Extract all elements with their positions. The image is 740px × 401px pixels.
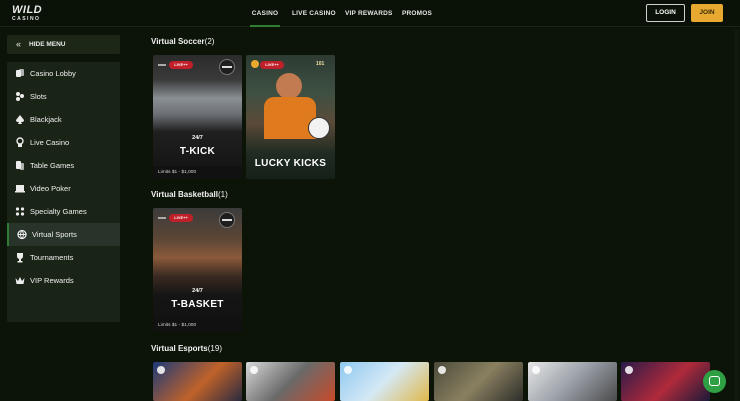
sidebar-item-label: Specialty Games: [30, 207, 87, 216]
provider-logo: 101: [316, 61, 325, 67]
page-scrollbar[interactable]: [734, 30, 739, 401]
section-title-text: Virtual Basketball: [151, 190, 218, 199]
sidebar-item-specialty-games[interactable]: Specialty Games: [7, 200, 120, 223]
sidebar-item-vip-rewards[interactable]: VIP Rewards: [7, 269, 120, 292]
sidebar-item-label: Virtual Sports: [32, 230, 77, 239]
sidebar-item-live-casino[interactable]: Live Casino: [7, 131, 120, 154]
nav-casino[interactable]: CASINO: [250, 0, 280, 27]
section-title-text: Virtual Esports: [151, 344, 208, 353]
sidebar-menu: Casino Lobby Slots Blackjack Live Casino…: [7, 62, 120, 322]
section-title-virtual-soccer: Virtual Soccer(2): [151, 37, 214, 47]
provider-badge-icon: [438, 366, 446, 374]
menu-bars-icon: [158, 217, 166, 219]
hide-menu-button[interactable]: « HIDE MENU: [7, 35, 120, 54]
game-card-t-kick[interactable]: LIVE++ 24/7 T-KICK Limits $1 - $1,000: [153, 55, 242, 179]
live-badge: LIVE++: [169, 61, 193, 69]
top-navigation-bar: WILD CASINO CASINO LIVE CASINO VIP REWAR…: [0, 0, 740, 27]
nav-vip-rewards[interactable]: VIP REWARDS: [345, 0, 393, 27]
spade-icon: [15, 114, 25, 125]
sidebar-item-label: VIP Rewards: [30, 276, 74, 285]
chat-button[interactable]: [703, 370, 726, 393]
provider-badge-icon: [625, 366, 633, 374]
nav-promos[interactable]: PROMOS: [402, 0, 432, 27]
live-badge: LIVE++: [169, 214, 193, 222]
cards-icon: [15, 68, 25, 79]
sidebar-item-casino-lobby[interactable]: Casino Lobby: [7, 62, 120, 85]
sidebar-item-table-games[interactable]: Table Games: [7, 154, 120, 177]
monitor-icon: [15, 183, 25, 194]
section-title-virtual-esports: Virtual Esports(19): [151, 344, 222, 354]
esports-thumb[interactable]: [621, 362, 710, 401]
menu-bars-icon: [158, 64, 166, 66]
esports-thumb[interactable]: [434, 362, 523, 401]
game-card-lucky-kicks[interactable]: LIVE++ 101 LUCKY KICKS: [246, 55, 335, 179]
provider-badge-icon: [250, 366, 258, 374]
esports-thumb[interactable]: [153, 362, 242, 401]
live-badge: LIVE++: [260, 61, 284, 69]
sidebar-item-blackjack[interactable]: Blackjack: [7, 108, 120, 131]
sidebar-item-label: Slots: [30, 92, 47, 101]
game-title: T-BASKET: [171, 299, 224, 310]
logo-wordmark: WILD: [12, 4, 43, 16]
section-title-virtual-basketball: Virtual Basketball(1): [151, 190, 228, 200]
section-count: (2): [204, 37, 215, 46]
sidebar: « HIDE MENU Casino Lobby Slots Blackjack…: [0, 28, 128, 401]
provider-badge-icon: [344, 366, 352, 374]
sidebar-item-label: Table Games: [30, 161, 75, 170]
sidebar-item-label: Live Casino: [30, 138, 70, 147]
sidebar-item-tournaments[interactable]: Tournaments: [7, 246, 120, 269]
logo-subtitle: CASINO: [12, 16, 41, 22]
play-icon: [251, 60, 259, 68]
game-subtitle: 24/7: [192, 288, 203, 294]
game-limits: Limits $1 - $1,000: [153, 166, 242, 179]
chat-bubble-icon: [709, 376, 720, 386]
crown-icon: [15, 275, 25, 286]
section-title-text: Virtual Soccer: [151, 37, 205, 46]
wild-casino-logo[interactable]: WILD CASINO: [12, 5, 48, 23]
trophy-icon: [15, 252, 25, 263]
sidebar-item-label: Video Poker: [30, 184, 71, 193]
provider-logo-icon: [219, 212, 235, 228]
esports-thumb[interactable]: [340, 362, 429, 401]
player-head: [276, 73, 302, 99]
soccer-ball-icon: [308, 117, 330, 139]
game-card-t-basket[interactable]: LIVE++ 24/7 T-BASKET Limits $1 - $1,000: [153, 208, 242, 332]
game-subtitle: 24/7: [192, 135, 203, 141]
game-title: LUCKY KICKS: [254, 158, 327, 169]
sidebar-item-label: Tournaments: [30, 253, 74, 262]
sidebar-item-virtual-sports[interactable]: Virtual Sports: [7, 223, 120, 246]
provider-logo-icon: [219, 59, 235, 75]
section-count: (19): [207, 344, 222, 353]
section-count: (1): [218, 190, 228, 199]
hide-menu-label: HIDE MENU: [29, 41, 66, 48]
sidebar-item-label: Casino Lobby: [30, 69, 76, 78]
esports-thumb[interactable]: [528, 362, 617, 401]
esports-thumb[interactable]: [246, 362, 335, 401]
double-chevron-left-icon: «: [16, 39, 22, 49]
dice-icon: [15, 206, 25, 217]
game-limits: Limits $1 - $1,000: [153, 319, 242, 332]
nav-live-casino[interactable]: LIVE CASINO: [292, 0, 336, 27]
sidebar-item-video-poker[interactable]: Video Poker: [7, 177, 120, 200]
provider-badge-icon: [532, 366, 540, 374]
login-button[interactable]: LOGIN: [646, 4, 685, 22]
sidebar-item-label: Blackjack: [30, 115, 62, 124]
sidebar-item-slots[interactable]: Slots: [7, 85, 120, 108]
provider-badge-icon: [157, 366, 165, 374]
join-button[interactable]: JOIN: [691, 4, 723, 22]
game-title: T-KICK: [179, 146, 216, 157]
table-icon: [15, 160, 25, 171]
ball-icon: [17, 229, 27, 240]
slots-icon: [15, 91, 25, 102]
dealer-icon: [15, 137, 25, 148]
